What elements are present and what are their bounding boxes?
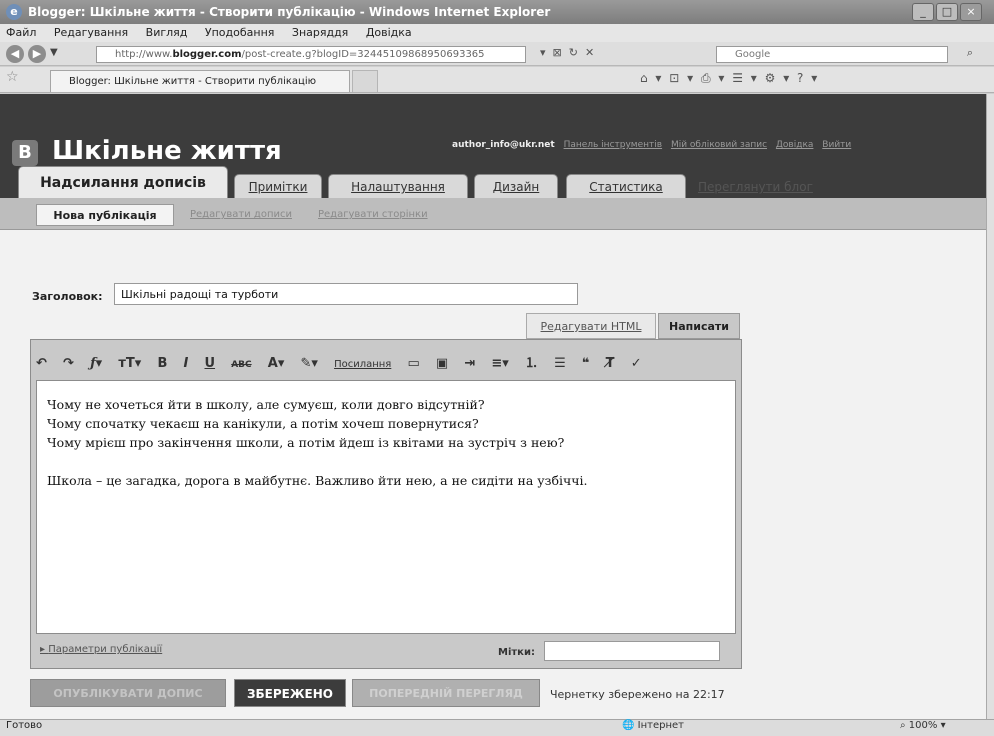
tab-stats[interactable]: Статистика <box>566 174 686 198</box>
menu-view[interactable]: Вигляд <box>146 26 188 39</box>
close-button[interactable]: × <box>960 3 982 21</box>
body-line: Чому мрієш про закінчення школи, а потім… <box>47 435 565 450</box>
account-link[interactable]: Мій обліковий запис <box>671 140 767 150</box>
subnav-new-post[interactable]: Нова публікація <box>36 204 174 226</box>
sign-out-link[interactable]: Вийти <box>822 140 851 150</box>
new-tab-button[interactable] <box>352 70 378 92</box>
scrollbar[interactable] <box>986 94 994 719</box>
help-link[interactable]: Довідка <box>776 140 814 150</box>
maximize-button[interactable]: □ <box>936 3 958 21</box>
status-bar <box>0 719 994 736</box>
post-options-link[interactable]: ▸ Параметри публікації <box>40 644 162 655</box>
browser-logo-icon: e <box>6 4 22 20</box>
compose-tab[interactable]: Написати <box>658 313 740 339</box>
zone-label: Інтернет <box>637 720 684 731</box>
menu-bar: Файл Редагування Вигляд Уподобання Знаря… <box>0 24 994 42</box>
text-color-icon[interactable]: A▾ <box>268 356 285 371</box>
search-icon[interactable]: ⌕ <box>956 46 984 63</box>
menu-tools[interactable]: Знаряддя <box>292 26 348 39</box>
security-zone: 🌐 Інтернет <box>622 720 684 731</box>
subnav-edit-pages[interactable]: Редагувати сторінки <box>318 209 428 220</box>
font-size-icon[interactable]: тТ▾ <box>118 356 141 371</box>
labels-input[interactable] <box>544 641 720 661</box>
window-title: Blogger: Шкільне життя - Створити публік… <box>0 0 994 24</box>
align-icon[interactable]: ≡▾ <box>491 356 508 371</box>
numbered-list-icon[interactable]: ⒈ <box>525 352 538 371</box>
browser-tab[interactable]: Blogger: Шкільне життя - Створити публік… <box>50 70 350 92</box>
image-icon[interactable]: ▭ <box>407 356 419 371</box>
tab-design[interactable]: Дизайн <box>474 174 558 198</box>
undo-icon[interactable]: ↶ <box>36 356 47 371</box>
spellcheck-icon[interactable]: ✓ <box>631 356 642 371</box>
highlight-icon[interactable]: ✎▾ <box>301 356 318 371</box>
post-body-editor[interactable]: Чому не хочеться йти в школу, але сумуєш… <box>36 380 736 634</box>
video-icon[interactable]: ▣ <box>436 356 448 371</box>
zoom-icon: ⌕ <box>900 720 906 731</box>
zoom-value: 100% <box>908 720 938 731</box>
compat-icon[interactable]: ⊠ <box>553 46 562 59</box>
menu-favorites[interactable]: Уподобання <box>205 26 275 39</box>
tab-comments[interactable]: Примітки <box>234 174 322 198</box>
globe-icon: 🌐 <box>622 720 635 731</box>
post-title-input[interactable] <box>114 283 578 305</box>
body-line: Чому спочатку чекаєш на канікули, а поті… <box>47 416 479 431</box>
draft-status: Чернетку збережено на 22:17 <box>550 688 725 701</box>
refresh-icon[interactable]: ↻ <box>569 46 578 59</box>
body-paragraph: Школа – це загадка, дорога в майбутнє. В… <box>47 473 588 488</box>
status-text: Готово <box>6 720 43 731</box>
dropdown-icon[interactable]: ▾ <box>540 46 546 59</box>
underline-icon[interactable]: U <box>204 356 215 371</box>
view-blog-link[interactable]: Переглянути блог <box>698 180 813 194</box>
command-bar-icons[interactable]: ⌂ ▾ ⊡ ▾ ⎙ ▾ ☰ ▾ ⚙ ▾ ? ▾ <box>640 71 819 86</box>
address-bar[interactable]: http://www.blogger.com/post-create.g?blo… <box>96 46 526 63</box>
menu-edit[interactable]: Редагування <box>54 26 128 39</box>
bullet-list-icon[interactable]: ☰ <box>554 356 566 371</box>
redo-icon[interactable]: ↷ <box>63 356 74 371</box>
blogger-logo-icon: B <box>12 140 38 166</box>
labels-label: Мітки: <box>498 647 535 658</box>
publish-button[interactable]: ОПУБЛІКУВАТИ ДОПИС <box>30 679 226 707</box>
jump-break-icon[interactable]: ⇥ <box>464 356 475 371</box>
subnav-edit-posts[interactable]: Редагувати дописи <box>190 209 292 220</box>
forward-icon[interactable]: ▶ <box>28 45 46 63</box>
minimize-button[interactable]: _ <box>912 3 934 21</box>
address-prefix: http://www. <box>115 49 173 60</box>
menu-help[interactable]: Довідка <box>366 26 412 39</box>
menu-file[interactable]: Файл <box>6 26 36 39</box>
zoom-level[interactable]: ⌕ 100% ▾ <box>900 720 946 731</box>
font-icon[interactable]: ƒ▾ <box>90 356 102 371</box>
saved-button[interactable]: ЗБЕРЕЖЕНО <box>234 679 346 707</box>
preview-button[interactable]: ПОПЕРЕДНІЙ ПЕРЕГЛЯД <box>352 679 540 707</box>
history-dropdown-icon[interactable]: ▼ <box>50 47 58 58</box>
italic-icon[interactable]: I <box>184 356 189 371</box>
favorites-star-icon[interactable]: ☆ <box>6 69 19 85</box>
blog-title[interactable]: Шкільне життя <box>52 136 282 166</box>
body-line: Чому не хочеться йти в школу, але сумуєш… <box>47 397 485 412</box>
post-options-label: Параметри публікації <box>48 644 163 655</box>
edit-html-tab[interactable]: Редагувати HTML <box>526 313 656 339</box>
strikethrough-icon[interactable]: ABC <box>231 360 251 370</box>
post-title-label: Заголовок: <box>32 290 103 303</box>
tab-posting[interactable]: Надсилання дописів <box>18 166 228 198</box>
clear-format-icon[interactable]: T̸ <box>606 356 615 371</box>
dashboard-link[interactable]: Панель інструментів <box>564 140 663 150</box>
address-path: /post-create.g?blogID=324451098689506933… <box>241 49 485 60</box>
address-domain: blogger.com <box>172 49 242 60</box>
back-icon[interactable]: ◀ <box>6 45 24 63</box>
address-tools: ▾ ⊠ ↻ ✕ <box>540 46 594 59</box>
bold-icon[interactable]: B <box>157 356 167 371</box>
user-links: author_info@ukr.net Панель інструментів … <box>452 140 982 150</box>
quote-icon[interactable]: ❝ <box>582 356 590 371</box>
link-button[interactable]: Посилання <box>334 359 391 370</box>
editor-toolbar: ↶ ↷ ƒ▾ тТ▾ B I U ABC A▾ ✎▾ Посилання ▭ ▣… <box>36 352 736 378</box>
user-email: author_info@ukr.net <box>452 140 555 150</box>
search-input[interactable]: Google <box>716 46 948 63</box>
stop-icon[interactable]: ✕ <box>585 46 594 59</box>
tab-settings[interactable]: Налаштування <box>328 174 468 198</box>
